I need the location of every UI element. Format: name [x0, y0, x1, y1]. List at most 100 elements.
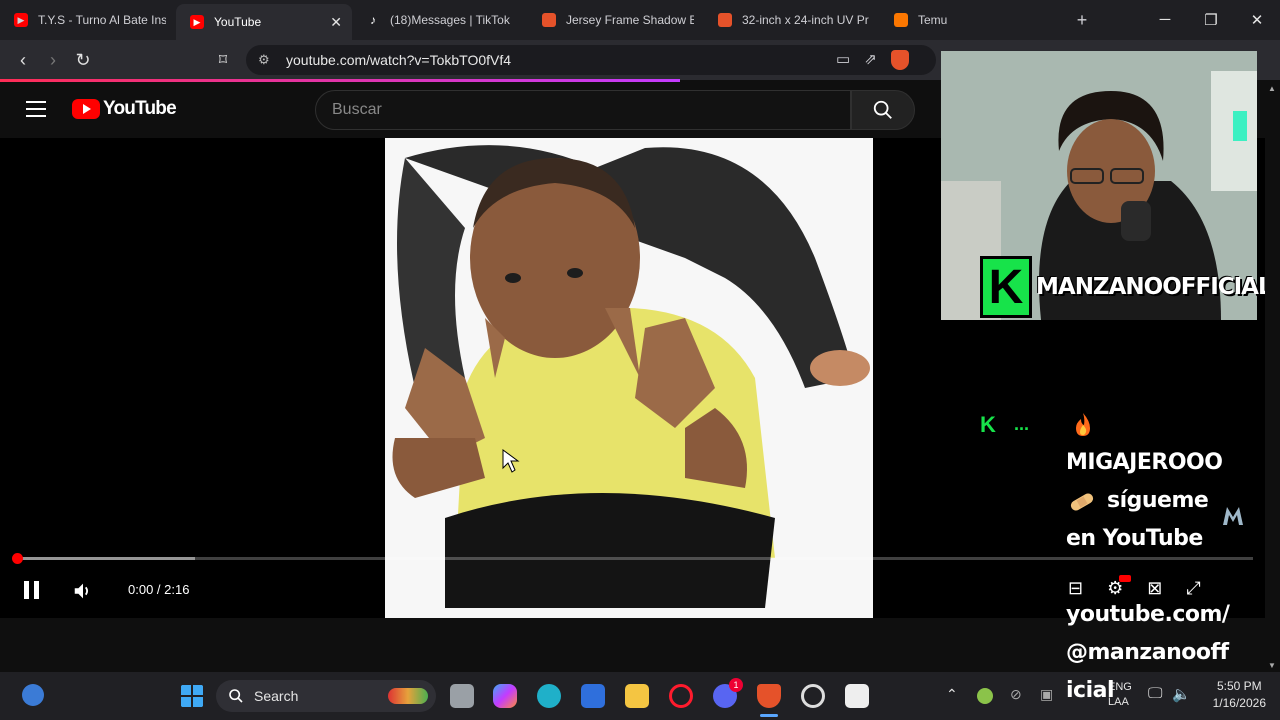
overlay-line-2: sígueme [1107, 488, 1209, 513]
back-icon[interactable]: ‹ [8, 50, 38, 71]
address-actions: ▭ ⇗ [836, 50, 909, 70]
overlay-line-3: en YouTube [1066, 526, 1203, 551]
m-logo-icon [1223, 507, 1243, 525]
tab-label: YouTube [214, 15, 262, 29]
chat-dots: ... [1014, 414, 1030, 434]
scroll-up-icon[interactable]: ▲ [1268, 84, 1276, 93]
fullscreen-icon[interactable]: ⤢ [1186, 578, 1200, 599]
youtube-icon: ▶ [190, 15, 204, 29]
bookmark-icon[interactable]: ⌑ [208, 50, 238, 70]
search-button[interactable] [851, 90, 915, 130]
taskbar-search[interactable]: Search [216, 680, 436, 712]
clock-date: 1/16/2026 [1212, 696, 1266, 710]
tab-2[interactable]: ♪ (18)Messages | TikTok [352, 0, 528, 40]
tab-label: T.Y.S - Turno Al Bate Inst [38, 13, 166, 27]
windows-start-icon[interactable] [180, 684, 204, 708]
obs-icon[interactable] [801, 684, 825, 708]
clock[interactable]: 5:50 PM 1/16/2026 [1213, 678, 1266, 712]
display-icon[interactable]: ▣ [1040, 686, 1053, 703]
hd-badge [1119, 575, 1132, 582]
subtitles-icon[interactable]: ⊟ [1068, 578, 1083, 599]
theater-mode-icon[interactable]: ⊠ [1147, 578, 1162, 599]
monitor-icon[interactable]: 🖵 [1148, 685, 1162, 702]
network-off-icon[interactable]: ⊘ [1010, 686, 1022, 703]
overlay-line-5: @manzanooff [1066, 640, 1229, 665]
overlay-line-6: icial [1066, 678, 1115, 703]
tray-expand-icon[interactable]: ⌃ [946, 686, 958, 703]
tab-strip: ▶ T.Y.S - Turno Al Bate Inst ▶ YouTube ✕… [0, 0, 1280, 40]
tab-label: 32-inch x 24-inch UV Pr [742, 13, 869, 27]
file-explorer-icon[interactable] [625, 684, 649, 708]
youtube-play-icon [72, 99, 100, 119]
overlay-line-1: MIGAJEROOO [1066, 450, 1223, 475]
tab-label: Jersey Frame Shadow Bo [566, 13, 694, 27]
tray-app-icon[interactable] [977, 688, 993, 704]
pause-button[interactable] [24, 581, 40, 599]
discord-icon[interactable]: 1 [713, 678, 743, 708]
brave-icon[interactable] [757, 684, 781, 708]
search-placeholder: Buscar [332, 101, 382, 118]
tab-0[interactable]: ▶ T.Y.S - Turno Al Bate Inst [0, 0, 176, 40]
search-icon [873, 100, 892, 119]
minimize-icon[interactable]: ─ [1142, 11, 1188, 29]
share-icon[interactable]: ⇗ [864, 50, 877, 70]
clock-time: 5:50 PM [1216, 679, 1262, 693]
close-tab-icon[interactable]: ✕ [330, 14, 342, 31]
youtube-logo-text: YouTube [103, 98, 177, 119]
active-app-indicator [760, 714, 778, 717]
menu-icon[interactable] [26, 101, 46, 122]
bandage-icon [1070, 493, 1094, 511]
search-input[interactable]: Buscar [315, 90, 851, 130]
tab-label: (18)Messages | TikTok [390, 13, 510, 27]
temu-icon [894, 13, 908, 27]
channel-overlay-badge: K MANZANOOFFICIAL [980, 256, 1273, 318]
video-frame[interactable] [385, 138, 873, 618]
kick-small-logo: K [980, 412, 996, 437]
new-tab-button[interactable]: + [1062, 10, 1102, 31]
forward-icon[interactable]: › [38, 50, 68, 71]
shop-icon [542, 13, 556, 27]
overlay-line-4: youtube.com/ [1066, 602, 1230, 627]
task-view-icon[interactable] [450, 684, 474, 708]
app-icon[interactable] [845, 684, 869, 708]
volume-icon[interactable] [72, 580, 94, 602]
search-icon [229, 689, 243, 703]
reload-icon[interactable]: ↻ [68, 50, 98, 71]
weather-widget-icon[interactable] [22, 684, 44, 706]
tab-4[interactable]: 32-inch x 24-inch UV Pr [704, 0, 880, 40]
child-photo-image [385, 138, 873, 618]
address-bar[interactable]: ⚙ youtube.com/watch?v=TokbTO0fVf4 [246, 45, 936, 75]
player-right-controls: ⊟ ⚙ ⊠ ⤢ [1068, 575, 1201, 599]
scrubber-handle[interactable] [12, 553, 23, 564]
page-scrollbar[interactable]: ▲ ▼ [1265, 82, 1280, 672]
edge-icon[interactable] [537, 684, 561, 708]
copilot-icon[interactable] [493, 684, 517, 708]
store-icon[interactable] [581, 684, 605, 708]
scroll-down-icon[interactable]: ▼ [1268, 661, 1276, 670]
speaker-icon[interactable]: 🔈 [1172, 685, 1191, 703]
tab-3[interactable]: Jersey Frame Shadow Bo [528, 0, 704, 40]
restore-icon[interactable]: ❐ [1188, 11, 1234, 29]
url-text: youtube.com/watch?v=TokbTO0fVf4 [286, 52, 512, 68]
tab-1[interactable]: ▶ YouTube ✕ [176, 4, 352, 40]
channel-name: MANZANOOFFICIAL [1036, 274, 1273, 300]
close-window-icon[interactable]: ✕ [1234, 11, 1280, 29]
window-controls: ─ ❐ ✕ [1142, 11, 1280, 29]
taskbar-search-label: Search [254, 688, 299, 704]
brave-shields-icon[interactable] [890, 50, 909, 70]
search-highlight-icon [388, 688, 428, 704]
opera-icon[interactable] [669, 684, 693, 708]
tab-label: Temu [918, 13, 948, 27]
tab-5[interactable]: Temu [880, 0, 1056, 40]
youtube-logo[interactable]: YouTube [72, 98, 177, 120]
buffered-bar [17, 557, 195, 560]
shop-icon [718, 13, 732, 27]
site-settings-icon[interactable]: ⚙ [258, 52, 274, 68]
settings-icon[interactable]: ⚙ [1107, 575, 1132, 599]
video-timeline[interactable] [12, 553, 1253, 564]
time-display: 0:00 / 2:16 [128, 582, 190, 597]
cast-icon[interactable]: ▭ [836, 50, 850, 70]
fire-icon [1076, 413, 1090, 436]
tiktok-icon: ♪ [370, 13, 376, 27]
kick-logo: K [980, 256, 1032, 318]
